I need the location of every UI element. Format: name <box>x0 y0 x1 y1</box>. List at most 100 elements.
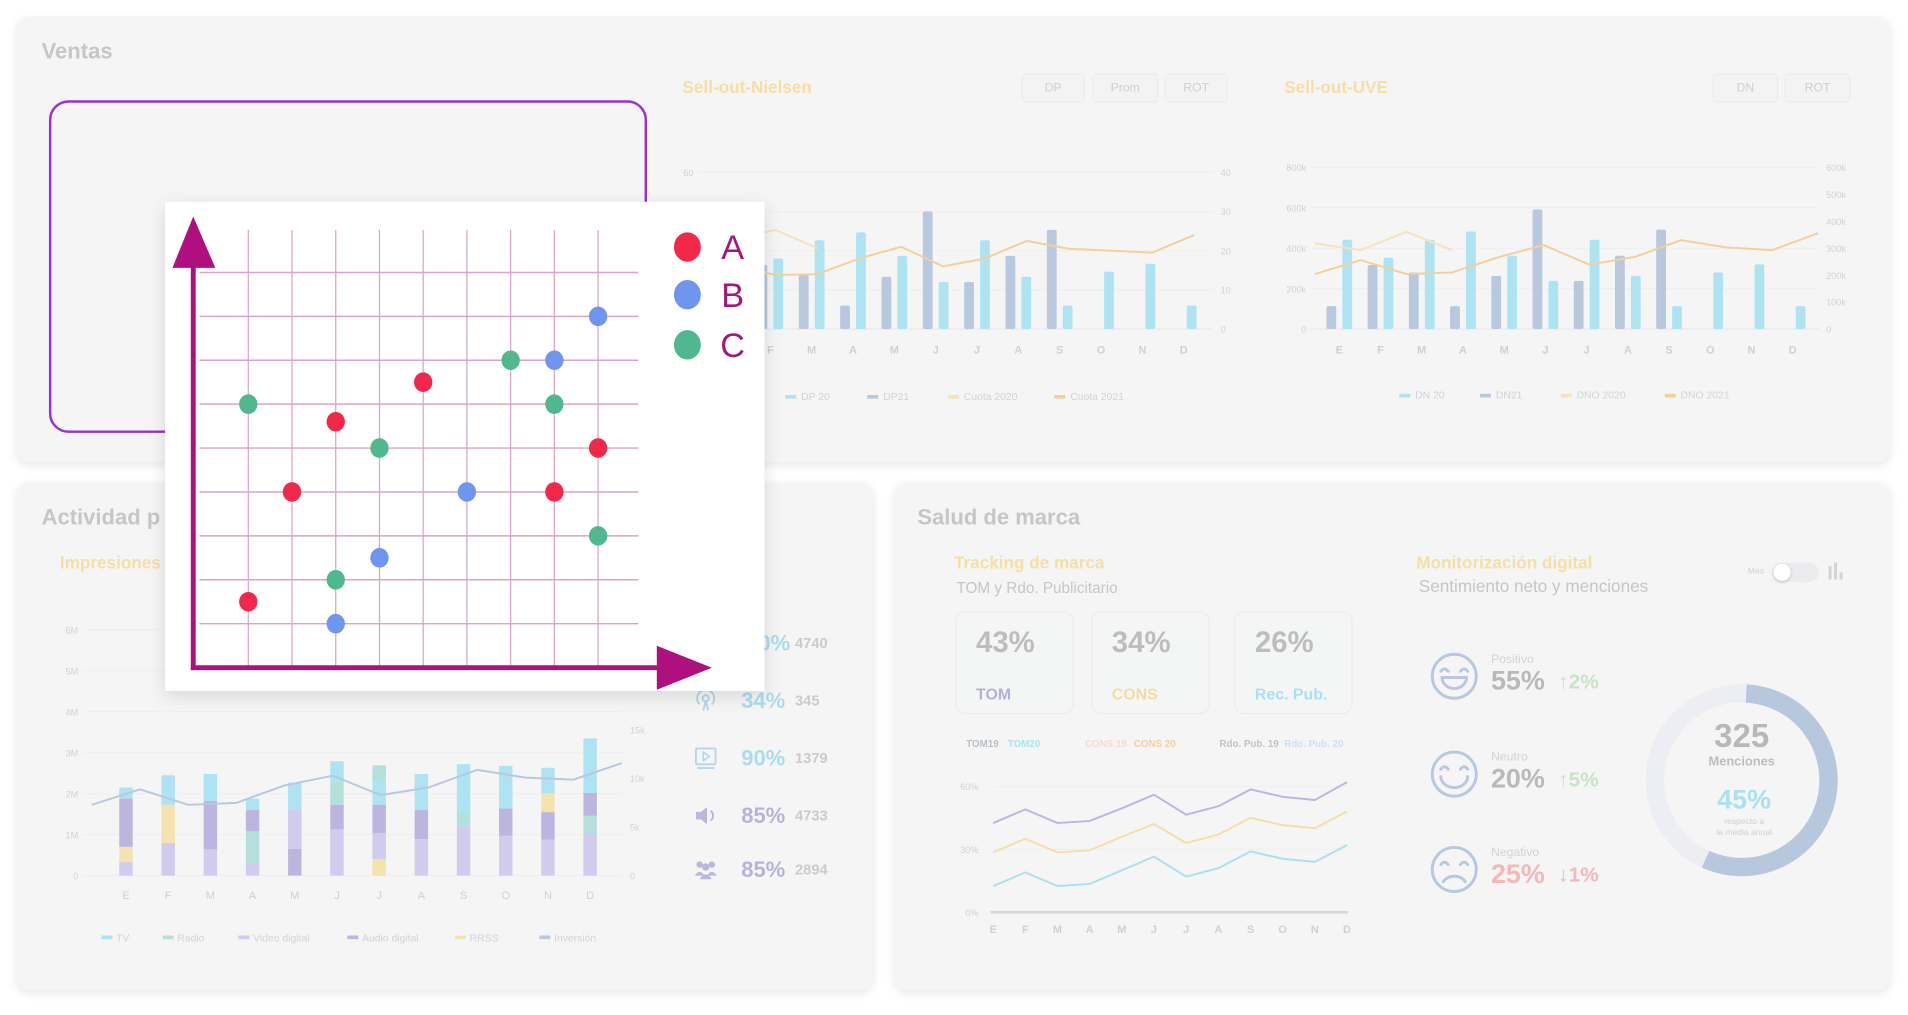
left-tick-label: 6M <box>66 625 79 635</box>
month-label: J <box>933 344 939 356</box>
bar-dn20 <box>1754 264 1765 329</box>
bar-dn21 <box>1408 272 1419 329</box>
month-label: J <box>1584 344 1590 356</box>
right-tick-label: 10k <box>630 774 645 784</box>
stack-segment-video-digital <box>119 862 133 876</box>
legend-swatch <box>454 935 467 940</box>
month-label: M <box>890 344 899 356</box>
right-tick-label: 5k <box>630 823 640 833</box>
month-label: M <box>1500 344 1509 356</box>
legend-swatch <box>1054 394 1066 399</box>
bar-dn20 <box>1424 239 1435 329</box>
month-label: A <box>1459 344 1467 356</box>
bar-dn20 <box>1466 231 1476 329</box>
stack-segment-video-digital <box>203 849 218 876</box>
bar-dp20 <box>980 240 990 329</box>
mentions-count: 325 <box>1714 717 1770 755</box>
month-label: J <box>1183 924 1189 936</box>
legend-swatch <box>347 935 359 940</box>
legend-swatch <box>1560 393 1572 398</box>
left-tick-label: 0 <box>1301 325 1306 335</box>
month-label: N <box>544 890 552 902</box>
month-label: M <box>206 890 215 902</box>
bar-dp21 <box>1005 255 1016 329</box>
left-tick-label: 5M <box>66 666 79 676</box>
legend-label: DNO 2020 <box>1577 391 1626 402</box>
month-label: F <box>767 344 774 356</box>
stack-segment-radio <box>456 812 471 827</box>
legend-label: DP21 <box>883 392 909 403</box>
month-label: E <box>989 924 996 936</box>
mentions-label: Menciones <box>1708 754 1775 770</box>
stack-segment-tv <box>583 738 597 793</box>
left-tick-label: 600k <box>1286 204 1306 214</box>
legend-swatch <box>1479 393 1491 398</box>
legend-swatch <box>238 935 250 940</box>
month-label: O <box>1097 344 1106 356</box>
bar-dn20 <box>1589 239 1600 329</box>
stack-segment-video-digital <box>288 809 302 849</box>
legend-label: DN21 <box>1496 391 1523 402</box>
stack-segment-tv <box>499 765 513 809</box>
stack-segment-rrss <box>372 859 386 876</box>
left-tick-label: 2M <box>66 789 79 799</box>
month-label: F <box>1377 344 1384 356</box>
bar-dn21 <box>1656 229 1666 329</box>
legend-label: Inversión <box>554 934 596 945</box>
left-tick-label: 60 <box>683 168 693 178</box>
month-label: J <box>1151 924 1157 936</box>
legend-label: Video digital <box>253 934 309 945</box>
bar-dp20 <box>1186 305 1197 329</box>
bar-dp20 <box>1145 263 1156 329</box>
legend-label: Cuota 2020 <box>964 392 1018 403</box>
right-tick-label: 300k <box>1826 244 1846 254</box>
bar-dn20 <box>1630 275 1641 329</box>
bar-dp20 <box>938 282 949 329</box>
stack-segment-audio-digital <box>288 848 302 876</box>
month-label: A <box>249 890 257 902</box>
legend-label: TV <box>116 934 129 945</box>
stack-segment-rrss <box>119 846 133 863</box>
right-tick-label: 10 <box>1221 285 1231 295</box>
month-label: S <box>460 890 467 902</box>
month-label: N <box>1748 344 1756 356</box>
y-tick-label: 60% <box>960 782 978 792</box>
stack-segment-tv <box>541 767 555 794</box>
month-label: J <box>1542 344 1548 356</box>
month-label: S <box>1056 344 1063 356</box>
right-tick-label: 30 <box>1221 207 1231 217</box>
stack-segment-tv <box>456 764 471 813</box>
month-label: M <box>1417 344 1426 356</box>
left-tick-label: 800k <box>1286 163 1306 173</box>
stack-segment-radio <box>583 815 597 833</box>
legend-swatch <box>162 935 174 940</box>
bar-dp20 <box>1104 271 1114 329</box>
stack-segment-rrss <box>541 793 555 813</box>
month-label: J <box>376 890 382 902</box>
bar-dn21 <box>1573 280 1584 329</box>
stack-segment-audio-digital <box>119 798 133 847</box>
month-label: D <box>586 890 594 902</box>
tracking-line-0 <box>992 781 1348 825</box>
stack-segment-radio <box>372 765 386 781</box>
legend-swatch <box>785 394 797 399</box>
right-tick-label: 0 <box>630 871 635 881</box>
month-label: M <box>290 890 299 902</box>
month-label: O <box>1706 344 1715 356</box>
stack-segment-audio-digital <box>372 804 386 833</box>
legend-swatch <box>867 394 879 399</box>
bar-dp21 <box>964 282 974 329</box>
legend-label: RRSS <box>470 934 499 945</box>
legend-swatch <box>539 935 551 940</box>
month-label: A <box>849 344 857 356</box>
bar-dn21 <box>1326 306 1337 329</box>
stack-segment-audio-digital <box>245 810 260 832</box>
month-label: S <box>1665 344 1672 356</box>
legend-label: Radio <box>177 934 204 945</box>
month-label: J <box>334 890 340 902</box>
month-label: D <box>1789 344 1797 356</box>
left-tick-label: 3M <box>66 748 79 758</box>
stack-segment-tv <box>203 773 218 802</box>
stack-segment-radio <box>245 831 260 863</box>
month-label: O <box>501 890 510 902</box>
